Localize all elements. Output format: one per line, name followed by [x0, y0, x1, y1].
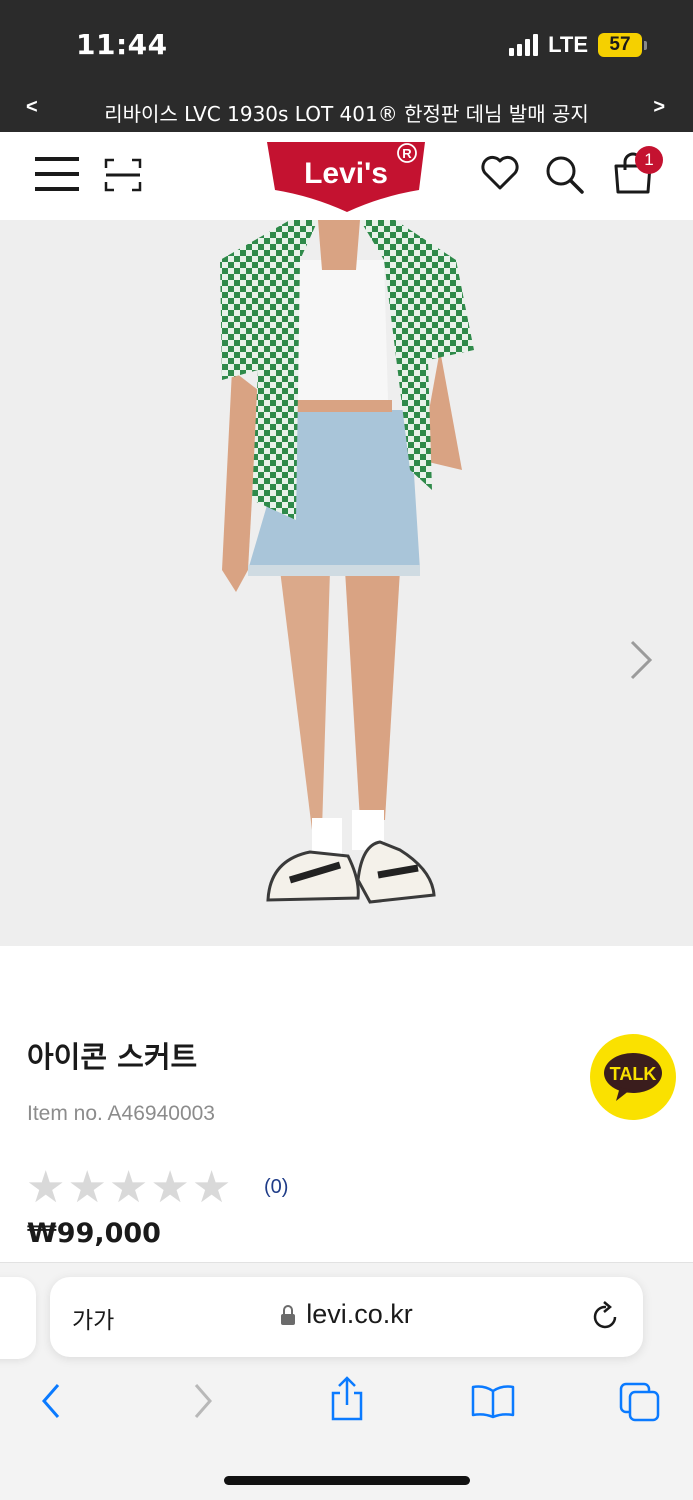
bookmarks-icon[interactable] [470, 1383, 516, 1419]
cellular-signal-icon [509, 34, 539, 56]
product-title: 아이콘 스커트 [27, 1040, 198, 1074]
logo-text: Levi's [304, 157, 388, 190]
star-icon: ★ [26, 1162, 66, 1213]
star-icon: ★ [191, 1162, 232, 1213]
cart-count-badge: 1 [635, 146, 663, 174]
heart-icon[interactable] [480, 154, 520, 192]
model-photo [220, 220, 474, 904]
announcement-next-button[interactable]: > [653, 96, 665, 119]
tabs-icon[interactable] [618, 1381, 662, 1423]
product-image[interactable] [0, 220, 693, 946]
product-price: ₩99,000 [27, 1218, 161, 1249]
announcement-bar: < 리바이스 LVC 1930s LOT 401® 한정판 데님 발매 공지 > [0, 92, 693, 132]
status-bar: 11:44 LTE 57 [0, 0, 693, 92]
star-rating: ★ ★ ★ ★ ★ [26, 1166, 231, 1210]
url-display[interactable]: levi.co.kr [50, 1299, 643, 1330]
star-icon: ★ [108, 1162, 149, 1213]
scan-icon[interactable] [104, 158, 142, 192]
announcement-text[interactable]: 리바이스 LVC 1930s LOT 401® 한정판 데님 발매 공지 [0, 98, 693, 127]
kakao-talk-button[interactable]: TALK [590, 1034, 676, 1120]
lock-icon [281, 1304, 296, 1325]
chat-bubble-icon: TALK [604, 1053, 662, 1101]
status-time: 11:44 [76, 28, 168, 61]
levis-logo[interactable]: Levi's R [266, 140, 428, 212]
home-indicator [224, 1476, 470, 1485]
url-text: levi.co.kr [306, 1299, 413, 1329]
menu-icon[interactable] [34, 154, 80, 194]
review-count-link[interactable]: (0) [264, 1176, 288, 1199]
site-header: Levi's R [0, 132, 693, 220]
address-bar[interactable]: 가가 levi.co.kr [50, 1277, 643, 1357]
item-number: Item no. A46940003 [27, 1102, 215, 1125]
previous-tab-peek[interactable] [0, 1277, 36, 1359]
star-icon: ★ [150, 1162, 190, 1213]
back-arrow-icon[interactable] [38, 1381, 64, 1421]
battery-icon: 57 [598, 33, 647, 57]
status-indicators: LTE 57 [509, 32, 647, 58]
network-type: LTE [548, 32, 588, 57]
battery-level: 57 [598, 33, 642, 57]
carousel-next-arrow-icon[interactable] [624, 638, 658, 682]
share-icon[interactable] [328, 1375, 366, 1423]
svg-text:R: R [402, 146, 412, 161]
reload-icon[interactable] [591, 1301, 621, 1333]
browser-chrome: 가가 levi.co.kr [0, 1262, 693, 1500]
star-icon: ★ [67, 1162, 107, 1213]
forward-arrow-icon[interactable] [190, 1381, 216, 1421]
search-icon[interactable] [544, 154, 586, 196]
kakao-talk-label: TALK [610, 1064, 657, 1084]
